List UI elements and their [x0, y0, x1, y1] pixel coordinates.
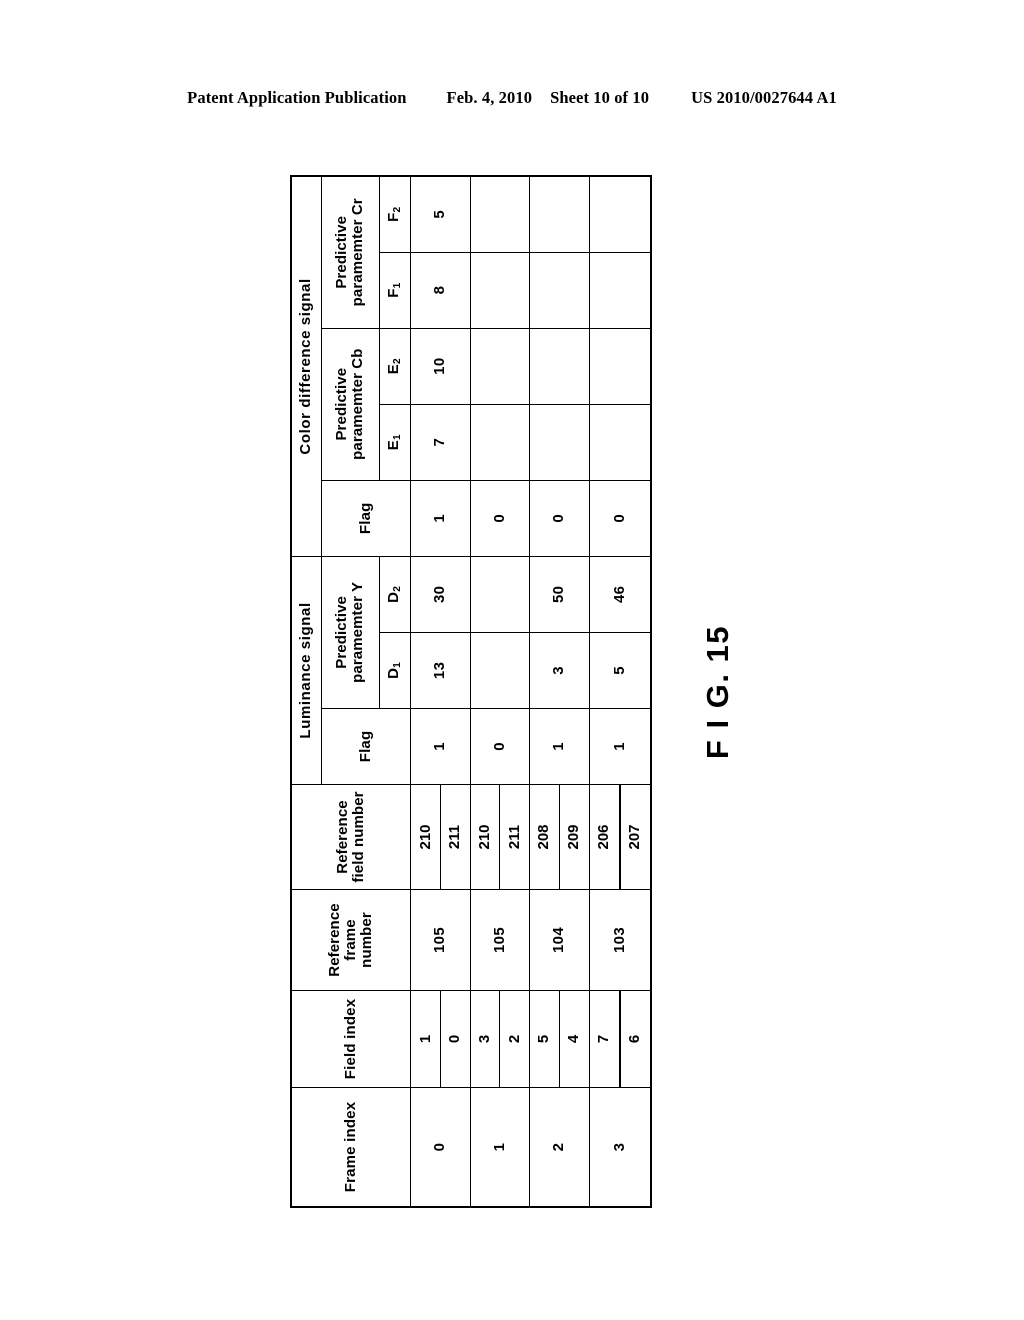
table-row: 1 3 105 210 0 0 — [470, 176, 530, 1207]
column-header-e2: E2 — [379, 328, 411, 405]
reference-frame-number-line1: Reference — [325, 903, 343, 977]
cell-reference-field-number: 210 — [470, 784, 500, 890]
cell-flag-color: 0 — [589, 480, 651, 557]
cell-flag-color: 0 — [470, 480, 530, 557]
cell-field-index: 6 — [619, 990, 651, 1088]
cell-reference-field-number: 209 — [559, 784, 589, 890]
publication-date: Feb. 4, 2010 — [446, 88, 533, 107]
cell-field-index: 0 — [440, 990, 471, 1088]
cell-d1: 3 — [529, 632, 589, 709]
cell-f1: 8 — [410, 252, 471, 329]
column-header-flag-luminance: Flag — [321, 708, 411, 785]
cell-e2: 10 — [410, 328, 471, 405]
rotated-table-wrapper: Frame index Field index Reference frame … — [290, 175, 652, 1208]
reference-field-number-line1: Reference — [333, 800, 351, 874]
predictive-parameter-y-line1: Predictive — [333, 596, 351, 669]
cell-f1 — [529, 252, 589, 329]
cell-d2: 30 — [410, 556, 471, 633]
cell-frame-index: 3 — [589, 1087, 651, 1207]
cell-frame-index: 0 — [410, 1087, 471, 1207]
cell-field-index: 7 — [589, 990, 620, 1088]
column-header-d2: D2 — [379, 556, 411, 633]
cell-flag-color: 1 — [410, 480, 471, 557]
column-header-reference-frame-number: Reference frame number — [291, 889, 411, 991]
cell-field-index: 5 — [529, 990, 560, 1088]
patent-running-head: Patent Application Publication Feb. 4, 2… — [0, 88, 1024, 108]
cell-field-index: 4 — [559, 990, 589, 1088]
column-header-frame-index: Frame index — [291, 1087, 411, 1207]
cell-d1: 5 — [589, 632, 651, 709]
table-header-row-groups: Frame index Field index Reference frame … — [291, 176, 411, 1207]
cell-reference-frame-number: 105 — [410, 889, 471, 991]
cell-e1 — [589, 404, 651, 481]
cell-field-index: 3 — [470, 990, 500, 1088]
cell-reference-field-number: 211 — [499, 784, 530, 890]
column-header-predictive-parameter-cb: Predictive paramemter Cb — [321, 328, 380, 481]
cell-f2 — [589, 176, 651, 253]
cell-d2: 46 — [589, 556, 651, 633]
predictive-parameter-cb-line2: paramemter Cb — [349, 348, 367, 460]
group-header-luminance-signal: Luminance signal — [291, 556, 322, 785]
patent-number: US 2010/0027644 A1 — [691, 88, 837, 107]
cell-reference-field-number: 210 — [410, 784, 441, 890]
cell-d2: 50 — [529, 556, 589, 633]
group-header-color-difference-signal: Color difference signal — [291, 176, 322, 557]
cell-reference-field-number: 208 — [529, 784, 560, 890]
cell-field-index: 2 — [499, 990, 530, 1088]
cell-e2 — [589, 328, 651, 405]
cell-reference-field-number: 211 — [440, 784, 471, 890]
column-header-f2: F2 — [379, 176, 411, 253]
column-header-d1: D1 — [379, 632, 411, 709]
predictive-parameter-y-line2: paramemter Y — [349, 581, 367, 683]
cell-d1 — [470, 632, 530, 709]
table-row: 0 1 105 210 1 13 30 1 7 10 8 5 — [410, 176, 471, 1207]
cell-f2: 5 — [410, 176, 471, 253]
cell-reference-frame-number: 103 — [589, 889, 651, 991]
column-header-reference-field-number: Reference field number — [291, 784, 411, 890]
cell-e1: 7 — [410, 404, 471, 481]
cell-e2 — [529, 328, 589, 405]
cell-e2 — [470, 328, 530, 405]
cell-reference-frame-number: 104 — [529, 889, 589, 991]
cell-flag-luminance: 1 — [410, 708, 471, 785]
column-header-predictive-parameter-cr: Predictive paramemter Cr — [321, 176, 380, 329]
cell-frame-index: 1 — [470, 1087, 530, 1207]
table-row: 3 7 103 206 1 5 46 0 — [589, 176, 651, 1207]
publication-label: Patent Application Publication — [187, 88, 407, 107]
cell-f2 — [529, 176, 589, 253]
cell-field-index: 1 — [410, 990, 441, 1088]
cell-flag-luminance: 1 — [589, 708, 651, 785]
cell-flag-luminance: 1 — [529, 708, 589, 785]
cell-e1 — [470, 404, 530, 481]
column-header-flag-color: Flag — [321, 480, 411, 557]
predictive-parameter-cr-line1: Predictive — [333, 215, 351, 289]
cell-frame-index: 2 — [529, 1087, 589, 1207]
cell-reference-field-number: 206 — [589, 784, 620, 890]
cell-e1 — [529, 404, 589, 481]
column-header-f1: F1 — [379, 252, 411, 329]
predictive-parameter-cb-line1: Predictive — [333, 367, 351, 441]
cell-f1 — [589, 252, 651, 329]
reference-frame-number-line2: frame number — [342, 912, 376, 968]
predictive-parameter-cr-line2: paramemter Cr — [349, 198, 367, 307]
table-row: 2 5 104 208 1 3 50 0 — [529, 176, 589, 1207]
column-header-e1: E1 — [379, 404, 411, 481]
figure-label: F I G. 15 — [700, 624, 735, 760]
sheet-number: Sheet 10 of 10 — [550, 88, 650, 107]
cell-f1 — [470, 252, 530, 329]
column-header-predictive-parameter-y: Predictive paramemter Y — [321, 556, 380, 709]
cell-flag-luminance: 0 — [470, 708, 530, 785]
cell-reference-frame-number: 105 — [470, 889, 530, 991]
prediction-parameter-table: Frame index Field index Reference frame … — [290, 175, 652, 1208]
cell-d1: 13 — [410, 632, 471, 709]
figure-15-table-stage: Frame index Field index Reference frame … — [290, 175, 652, 1208]
reference-field-number-line2: field number — [350, 791, 368, 883]
column-header-field-index: Field index — [291, 990, 411, 1088]
cell-f2 — [470, 176, 530, 253]
cell-flag-color: 0 — [529, 480, 589, 557]
cell-d2 — [470, 556, 530, 633]
cell-reference-field-number: 207 — [619, 784, 651, 890]
